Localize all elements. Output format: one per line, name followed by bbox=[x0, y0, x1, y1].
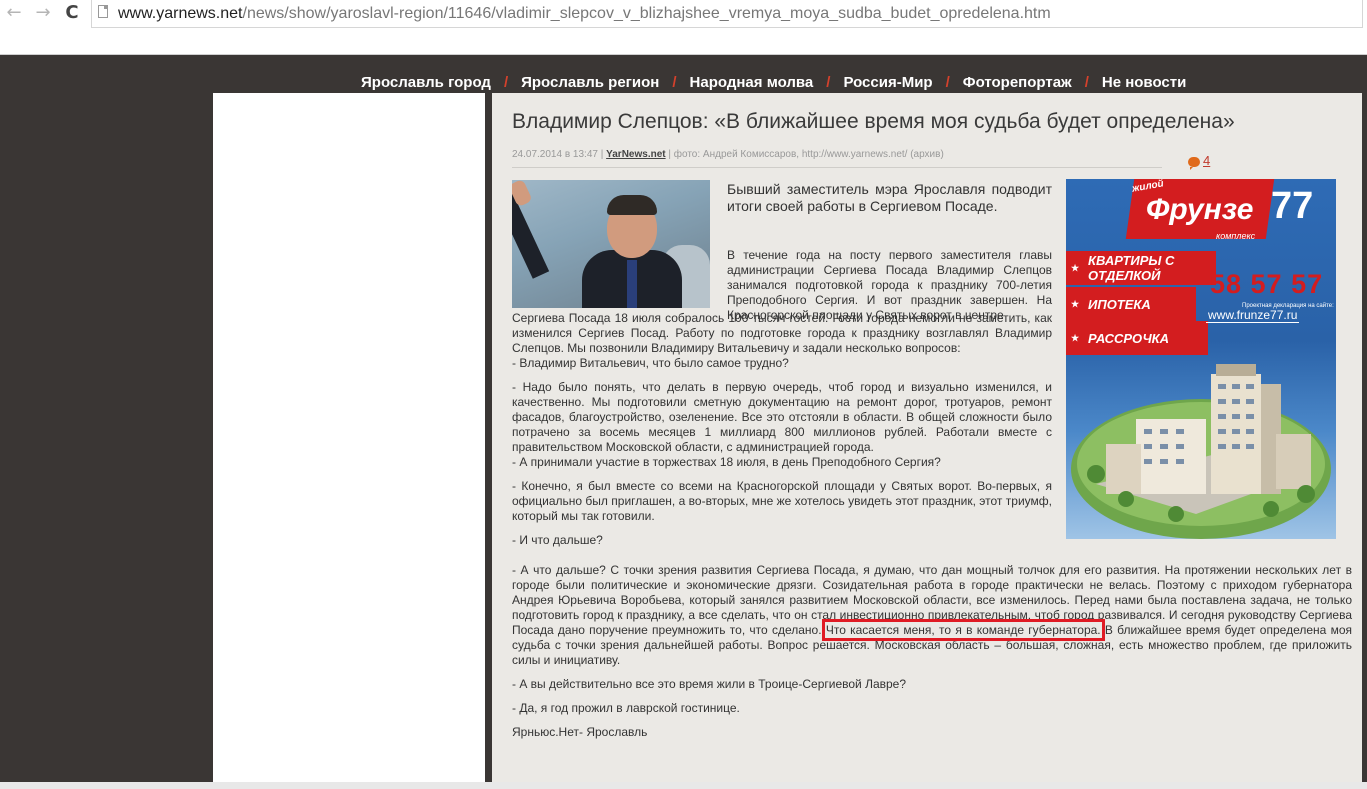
ad-band-apartments: КВАРТИРЫ С ОТДЕЛКОЙ bbox=[1066, 251, 1216, 285]
url-path: /news/show/yaroslavl-region/11646/vladim… bbox=[242, 5, 1051, 22]
reload-icon[interactable]: C bbox=[62, 3, 82, 23]
answer-2: - Конечно, я был вместе со всеми на Крас… bbox=[512, 479, 1052, 523]
question-3: - И что дальше? bbox=[512, 533, 603, 547]
nav-separator: / bbox=[945, 73, 950, 91]
comments-count[interactable]: 4 bbox=[1203, 153, 1210, 168]
nav-item-russia-world[interactable]: Россия-Мир bbox=[834, 74, 941, 91]
photo-hand bbox=[512, 180, 533, 208]
nav-separator: / bbox=[503, 73, 509, 91]
question-4: - А вы действительно все это время жили … bbox=[512, 677, 907, 691]
ad-phone: 58 57 57 bbox=[1210, 269, 1324, 299]
nav-item-not-news[interactable]: Не новости bbox=[1093, 74, 1195, 91]
ad-band-mortgage: ИПОТЕКА bbox=[1066, 287, 1196, 321]
photo-hair bbox=[607, 195, 657, 215]
source-link[interactable]: YarNews.net bbox=[606, 149, 665, 160]
meta-separator: | bbox=[600, 149, 604, 160]
answer-1: - Надо было понять, что делать в первую … bbox=[512, 380, 1052, 454]
back-arrow-icon[interactable]: ← bbox=[4, 3, 24, 23]
photo-tie bbox=[627, 260, 637, 308]
ad-banner-frunze77[interactable]: жилой Фрунзе 77 комплекс КВАРТИРЫ С ОТДЕ… bbox=[1066, 179, 1336, 539]
article-date: 24.07.2014 в 13:47 bbox=[512, 149, 598, 160]
url-domain: www.yarnews.net bbox=[118, 5, 243, 22]
nav-separator: / bbox=[672, 73, 677, 91]
question-1: - Владимир Витальевич, что было самое тр… bbox=[512, 356, 789, 370]
article-signature: Ярньюс.Нет- Ярославль bbox=[512, 725, 648, 739]
ad-building-illustration bbox=[1071, 364, 1331, 539]
question-2: - А принимали участие в торжествах 18 ию… bbox=[512, 455, 941, 469]
ad-band-installment: РАССРОЧКА bbox=[1066, 321, 1208, 355]
horizontal-scrollbar[interactable] bbox=[0, 782, 1367, 789]
photo-credit: | фото: Андрей Комиссаров, http://www.ya… bbox=[668, 149, 944, 160]
ad-logo-number: 77 bbox=[1271, 185, 1314, 227]
forward-arrow-icon[interactable]: → bbox=[33, 3, 53, 23]
nav-item-yaroslavl-region[interactable]: Ярославль регион bbox=[512, 74, 668, 91]
article-photo bbox=[512, 180, 710, 308]
nav-item-people-talk[interactable]: Народная молва bbox=[681, 74, 823, 91]
page-icon bbox=[98, 5, 108, 18]
ad-logo-sub: комплекс bbox=[1216, 231, 1256, 241]
answer-4: - Да, я год прожил в лаврской гостинице. bbox=[512, 701, 740, 715]
meta-divider bbox=[512, 167, 1162, 168]
article-body-wide: - А что дальше? С точки зрения развития … bbox=[512, 563, 1352, 749]
article-meta: 24.07.2014 в 13:47 | YarNews.net | фото:… bbox=[512, 149, 944, 160]
comment-bubble-icon bbox=[1188, 156, 1200, 170]
article-paragraph-intro-cont: Сергиева Посада 18 июля собралось 100 ты… bbox=[512, 311, 1052, 355]
article-body-narrow: Сергиева Посада 18 июля собралось 100 ты… bbox=[512, 311, 1052, 557]
url-text[interactable]: www.yarnews.net/news/show/yaroslavl-regi… bbox=[118, 5, 1051, 23]
ad-site[interactable]: www.frunze77.ru bbox=[1206, 308, 1300, 323]
nav-item-yaroslavl-city[interactable]: Ярославль город bbox=[352, 74, 500, 91]
nav-separator: / bbox=[826, 73, 831, 91]
article-title: Владимир Слепцов: «В ближайшее время моя… bbox=[512, 110, 1235, 133]
address-bar[interactable]: www.yarnews.net/news/show/yaroslavl-regi… bbox=[91, 0, 1363, 28]
browser-toolbar: ← → C www.yarnews.net/news/show/yaroslav… bbox=[0, 0, 1367, 55]
highlighted-quote: Что касается меня, то я в команде губерн… bbox=[821, 619, 1105, 641]
comments-link[interactable]: 4 bbox=[1188, 153, 1210, 170]
article-lead: Бывший заместитель мэра Ярославля подвод… bbox=[727, 181, 1052, 214]
site-nav: Ярославль город / Ярославль регион / Нар… bbox=[352, 70, 1232, 94]
nav-separator: / bbox=[1084, 73, 1089, 91]
photo-arm bbox=[512, 180, 550, 279]
answer-3: - А что дальше? С точки зрения развития … bbox=[512, 563, 1352, 668]
nav-item-photo-report[interactable]: Фоторепортаж bbox=[954, 74, 1081, 91]
left-sidebar bbox=[213, 93, 485, 783]
article-content: Владимир Слепцов: «В ближайшее время моя… bbox=[492, 93, 1362, 783]
ad-logo: Фрунзе bbox=[1146, 193, 1254, 226]
